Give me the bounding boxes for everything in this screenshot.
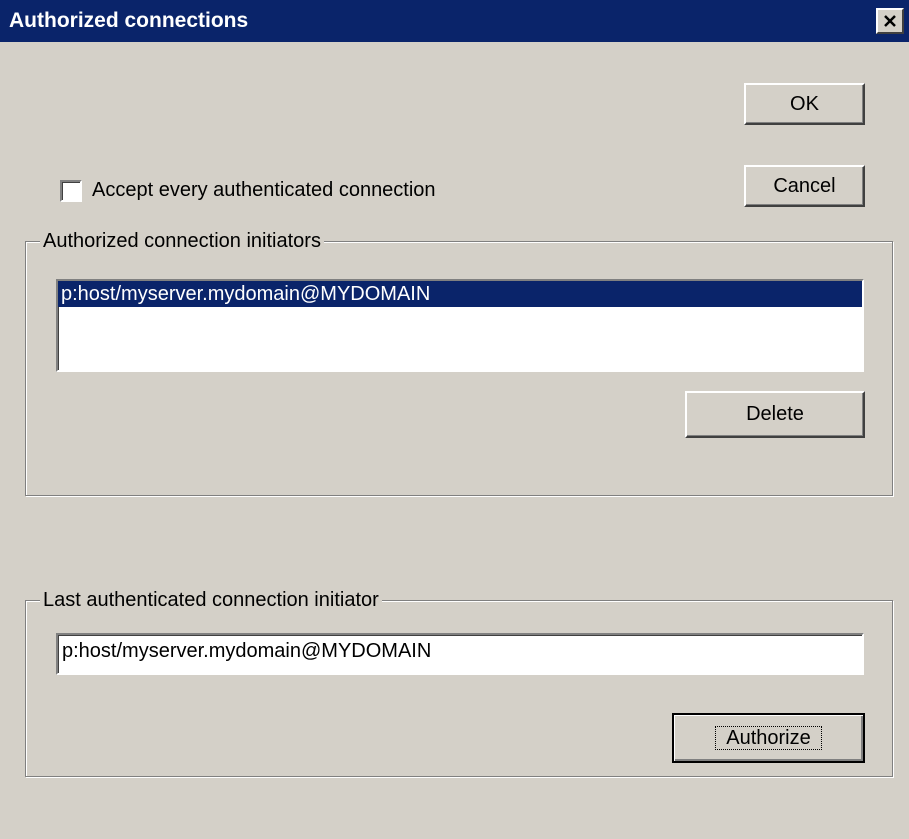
authorized-connections-dialog: Authorized connections OK Cancel Accept …: [0, 0, 909, 839]
last-initiator-legend: Last authenticated connection initiator: [40, 588, 382, 612]
ok-button[interactable]: OK: [744, 83, 865, 125]
close-button[interactable]: [876, 8, 904, 34]
title-bar[interactable]: Authorized connections: [0, 0, 909, 42]
accept-every-connection-label: Accept every authenticated connection: [92, 179, 436, 201]
list-item[interactable]: p:host/myserver.mydomain@MYDOMAIN: [58, 281, 862, 307]
authorize-button-label: Authorize: [715, 726, 822, 750]
delete-button-label: Delete: [746, 403, 804, 425]
authorize-button[interactable]: Authorize: [672, 713, 865, 763]
cancel-button[interactable]: Cancel: [744, 165, 865, 207]
dialog-title: Authorized connections: [9, 9, 249, 32]
delete-button[interactable]: Delete: [685, 391, 865, 438]
accept-every-connection-checkbox[interactable]: [60, 179, 82, 202]
authorized-initiators-list[interactable]: p:host/myserver.mydomain@MYDOMAIN: [56, 279, 864, 372]
ok-button-label: OK: [790, 92, 819, 115]
last-initiator-field[interactable]: p:host/myserver.mydomain@MYDOMAIN: [56, 633, 864, 675]
authorized-initiators-legend: Authorized connection initiators: [40, 229, 324, 253]
list-item-label: p:host/myserver.mydomain@MYDOMAIN: [61, 283, 431, 305]
accept-every-connection-option[interactable]: Accept every authenticated connection: [60, 179, 436, 202]
close-icon: [884, 15, 896, 27]
cancel-button-label: Cancel: [773, 174, 836, 197]
